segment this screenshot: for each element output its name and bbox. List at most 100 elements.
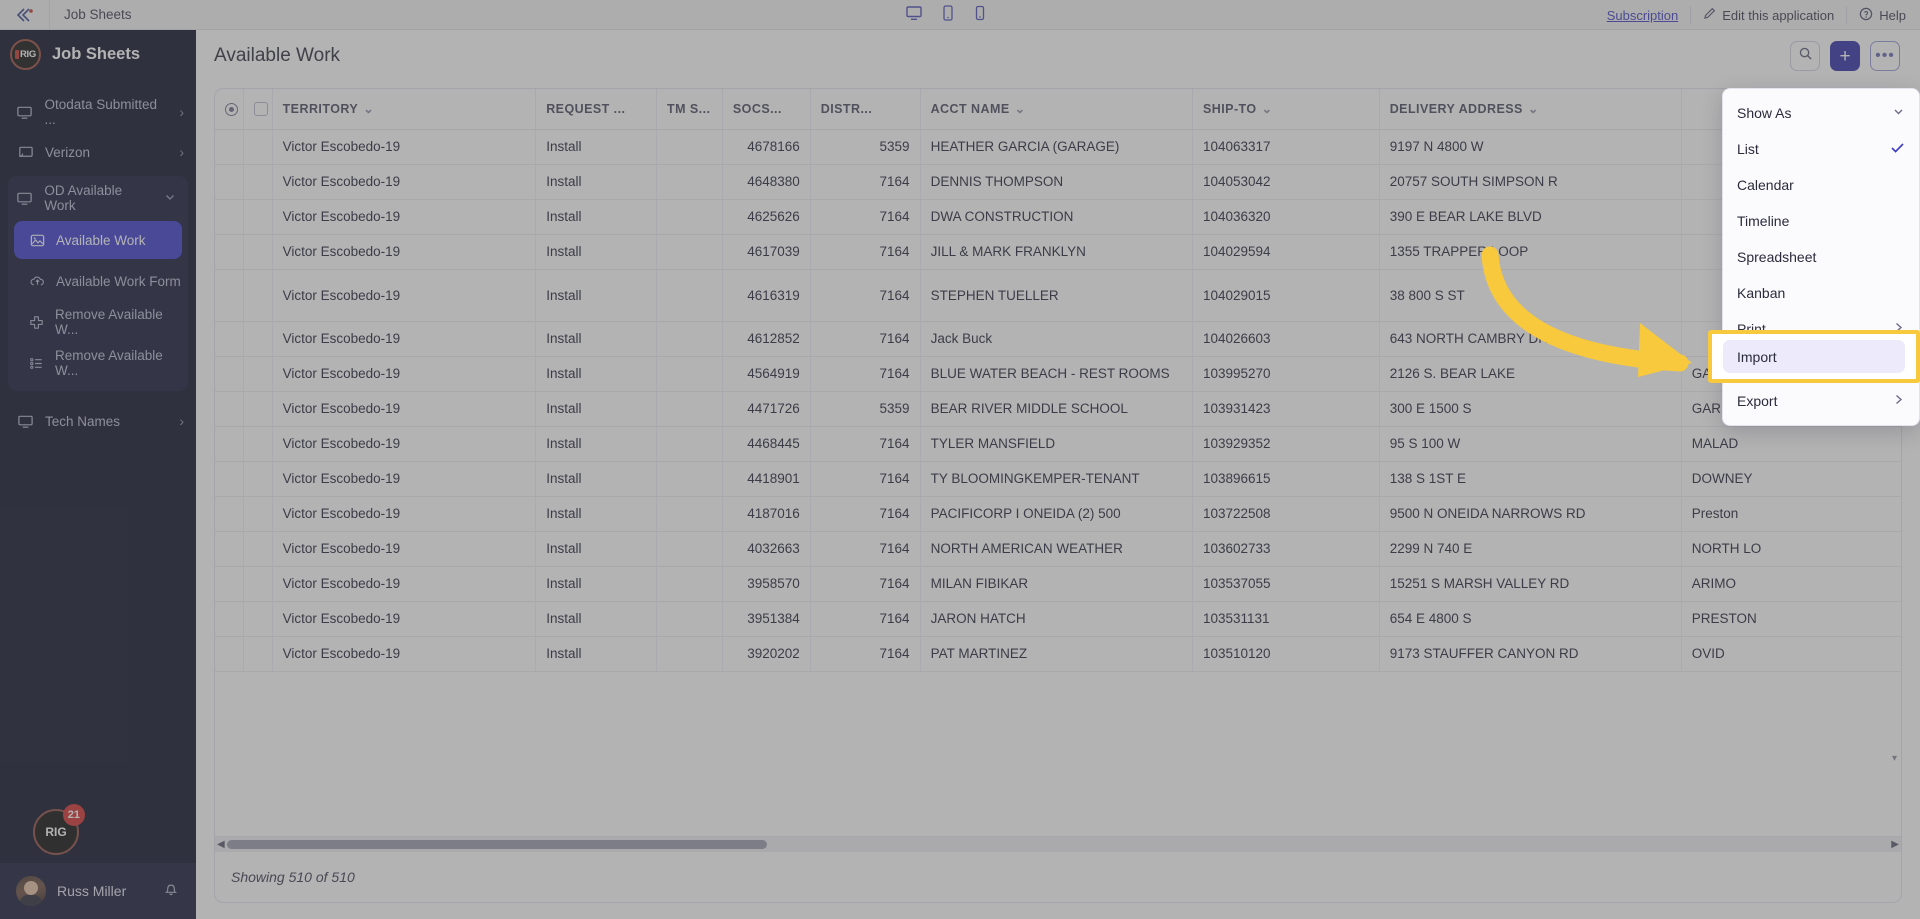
highlighted-menu-item-import[interactable]: Import [1723, 340, 1905, 373]
th-row-selector[interactable] [215, 89, 244, 130]
user-profile-row[interactable]: Russ Miller [0, 863, 196, 919]
table-row[interactable]: Victor Escobedo-19 Install 4468445 7164 TYLE… [215, 426, 1901, 462]
chevron-logo-icon[interactable] [0, 0, 50, 30]
scroll-right-arrow-icon[interactable]: ▶ [1891, 839, 1899, 850]
more-options-button[interactable]: ••• [1870, 41, 1900, 71]
add-record-button[interactable]: + [1830, 41, 1860, 71]
table-row[interactable]: Victor Escobedo-19 Install 3920202 7164 PAT … [215, 636, 1901, 672]
select-all-checkbox[interactable] [254, 101, 269, 116]
row-selector-cell[interactable] [215, 601, 244, 637]
row-checkbox-cell[interactable] [243, 461, 273, 497]
row-selector-cell[interactable] [215, 234, 244, 270]
cell-shipto: 103931423 [1191, 391, 1380, 427]
cell-city: ARIMO [1680, 566, 1901, 602]
bell-icon[interactable] [162, 880, 180, 903]
cell-shipto: 103929352 [1191, 426, 1380, 462]
table-row[interactable]: Victor Escobedo-19 Install 4648380 7164 DENN… [215, 164, 1901, 200]
sidebar-item-remove-available-w-1[interactable]: Remove Available W... [14, 303, 182, 341]
mobile-icon[interactable] [973, 4, 987, 27]
cell-shipto: 103722508 [1191, 496, 1380, 532]
table-body: Victor Escobedo-19 Install 4678166 5359 HEAT… [215, 129, 1901, 672]
row-selector-cell[interactable] [215, 496, 244, 532]
sidebar-brand[interactable]: RIG Job Sheets [0, 30, 196, 78]
broadcast-screen-icon [16, 143, 34, 161]
row-selector-cell[interactable] [215, 531, 244, 567]
search-button[interactable] [1790, 41, 1820, 71]
row-selector-cell[interactable] [215, 129, 244, 165]
row-selector-cell[interactable] [215, 321, 244, 357]
row-checkbox-cell[interactable] [243, 356, 273, 392]
row-selector-cell[interactable] [215, 461, 244, 497]
row-selector-cell[interactable] [215, 199, 244, 235]
table-row[interactable]: Victor Escobedo-19 Install 3958570 7164 MILA… [215, 566, 1901, 602]
scrollbar-thumb[interactable] [227, 840, 767, 849]
row-checkbox-cell[interactable] [243, 199, 273, 235]
table-row[interactable]: Victor Escobedo-19 Install 4032663 7164 NORT… [215, 531, 1901, 567]
scroll-down-arrow-icon[interactable]: ▾ [1892, 753, 1897, 764]
menu-item-show-as[interactable]: Show As [1723, 95, 1919, 131]
th-request[interactable]: REQUEST ... [535, 89, 657, 130]
desktop-icon[interactable] [905, 4, 923, 27]
menu-item-calendar[interactable]: Calendar [1723, 167, 1919, 203]
row-selector-cell[interactable] [215, 356, 244, 392]
th-tm-s[interactable]: TM S... [656, 89, 723, 130]
row-checkbox-cell[interactable] [243, 269, 273, 322]
table-row[interactable]: Victor Escobedo-19 Install 4471726 5359 BEAR… [215, 391, 1901, 427]
cell-request: Install [535, 461, 657, 497]
sidebar-item-available-work[interactable]: Available Work [14, 221, 182, 259]
row-checkbox-cell[interactable] [243, 234, 273, 270]
sidebar-item-tech-names[interactable]: Tech Names › [0, 401, 196, 441]
cell-delivery: 9173 STAUFFER CANYON RD [1378, 636, 1682, 672]
subscription-link[interactable]: Subscription [1607, 8, 1679, 23]
row-selector-cell[interactable] [215, 391, 244, 427]
row-selector-cell[interactable] [215, 269, 244, 322]
menu-item-timeline[interactable]: Timeline [1723, 203, 1919, 239]
row-checkbox-cell[interactable] [243, 601, 273, 637]
th-socs[interactable]: SOCS... [721, 89, 811, 130]
cell-distr: 7164 [809, 199, 921, 235]
row-checkbox-cell[interactable] [243, 636, 273, 672]
menu-item-list[interactable]: List [1723, 131, 1919, 167]
table-row[interactable]: Victor Escobedo-19 Install 4187016 7164 PACI… [215, 496, 1901, 532]
th-ship-to[interactable]: SHIP-TO ⌄ [1191, 89, 1380, 130]
sidebar-group-header[interactable]: OD Available Work [8, 178, 188, 218]
table-scroll-region[interactable]: TERRITORY ⌄ REQUEST ... TM S... SOCS... D… [215, 89, 1901, 836]
row-selector-cell[interactable] [215, 164, 244, 200]
table-row[interactable]: Victor Escobedo-19 Install 3951384 7164 JARO… [215, 601, 1901, 637]
row-checkbox-cell[interactable] [243, 531, 273, 567]
th-distr[interactable]: DISTR... [809, 89, 921, 130]
sidebar-item-remove-available-w-2[interactable]: Remove Available W... [14, 344, 182, 382]
edit-application-button[interactable]: Edit this application [1703, 7, 1834, 23]
help-circle-icon [1859, 7, 1873, 24]
row-checkbox-cell[interactable] [243, 566, 273, 602]
menu-item-spreadsheet[interactable]: Spreadsheet [1723, 239, 1919, 275]
th-select-all[interactable] [243, 89, 273, 130]
row-checkbox-cell[interactable] [243, 496, 273, 532]
row-checkbox-cell[interactable] [243, 321, 273, 357]
th-delivery-address[interactable]: DELIVERY ADDRESS ⌄ [1378, 89, 1682, 130]
scroll-left-arrow-icon[interactable]: ◀ [217, 839, 225, 850]
row-checkbox-cell[interactable] [243, 129, 273, 165]
menu-item-export[interactable]: Export [1723, 383, 1919, 419]
row-checkbox-cell[interactable] [243, 164, 273, 200]
table-row[interactable]: Victor Escobedo-19 Install 4418901 7164 TY B… [215, 461, 1901, 497]
row-checkbox-cell[interactable] [243, 426, 273, 462]
sidebar-item-otodata-submitted[interactable]: Otodata Submitted ... › [0, 92, 196, 132]
tablet-icon[interactable] [941, 4, 955, 27]
check-icon [1890, 141, 1905, 158]
notifications-badge-logo[interactable]: RIG 21 [33, 804, 85, 857]
table-row[interactable]: Victor Escobedo-19 Install 4678166 5359 HEAT… [215, 129, 1901, 165]
sidebar-item-verizon[interactable]: Verizon › [0, 132, 196, 172]
row-selector-cell[interactable] [215, 636, 244, 672]
sidebar-item-available-work-form[interactable]: Available Work Form [14, 262, 182, 300]
horizontal-scrollbar[interactable]: ◀ ▶ [215, 836, 1901, 852]
menu-item-kanban[interactable]: Kanban [1723, 275, 1919, 311]
row-selector-cell[interactable] [215, 566, 244, 602]
row-selector-cell[interactable] [215, 426, 244, 462]
th-territory[interactable]: TERRITORY ⌄ [271, 89, 536, 130]
row-checkbox-cell[interactable] [243, 391, 273, 427]
help-button[interactable]: Help [1859, 7, 1920, 24]
th-acct-name[interactable]: ACCT NAME ⌄ [919, 89, 1193, 130]
cell-distr: 7164 [809, 601, 921, 637]
table-row[interactable]: Victor Escobedo-19 Install 4625626 7164 DWA … [215, 199, 1901, 235]
